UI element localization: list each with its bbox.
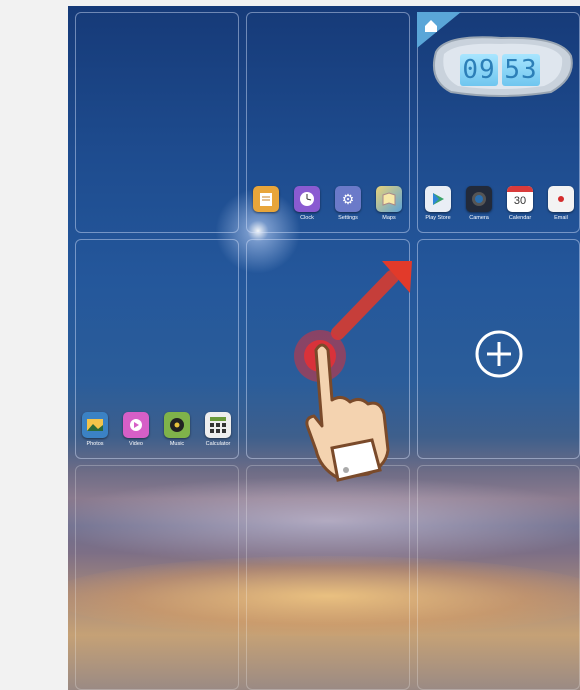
photos-icon [82, 412, 108, 438]
add-icon[interactable] [474, 329, 524, 379]
notes-icon [253, 186, 279, 212]
calculator-icon [205, 412, 231, 438]
calendar-icon: 30 [507, 186, 533, 212]
app-calendar[interactable]: 30 Calendar [501, 186, 539, 221]
app-play-store[interactable]: Play Store [419, 186, 457, 221]
app-music[interactable]: Music [158, 412, 196, 447]
play-store-icon [425, 186, 451, 212]
grid-cell[interactable] [75, 465, 239, 690]
app-label: Music [169, 441, 185, 447]
camera-icon [466, 186, 492, 212]
hand-pointer-icon [302, 338, 402, 488]
app-label: Maps [382, 215, 396, 221]
app-email[interactable]: Email [542, 186, 580, 221]
app-label: Video [129, 441, 143, 447]
grid-cell[interactable] [417, 465, 580, 690]
clock-icon [294, 186, 320, 212]
maps-icon [376, 186, 402, 212]
app-label: Settings [338, 215, 358, 221]
clock-minutes: 53 [502, 54, 540, 86]
settings-icon: ⚙ [335, 186, 361, 212]
app-video[interactable]: Video [117, 412, 155, 447]
app-label: Calendar [508, 215, 532, 221]
app-settings[interactable]: ⚙ Settings [329, 186, 367, 221]
drag-arrow-icon [330, 251, 420, 341]
app-label: Play Store [425, 215, 451, 221]
grid-cell[interactable] [246, 465, 410, 690]
clock-hours: 09 [460, 54, 498, 86]
app-photos[interactable]: Photos [76, 412, 114, 447]
app-label: Photos [86, 441, 104, 447]
app-clock[interactable]: Clock [288, 186, 326, 221]
app-label: Camera [469, 215, 489, 221]
email-icon [548, 186, 574, 212]
music-icon [164, 412, 190, 438]
app-camera[interactable]: Camera [460, 186, 498, 221]
calendar-date: 30 [513, 195, 527, 207]
home-screen: 09 53 Clock ⚙ Settings Maps Play Store C… [68, 6, 580, 690]
clock-widget[interactable]: 09 53 [426, 34, 576, 98]
app-calculator[interactable]: Calculator [199, 412, 237, 447]
app-maps[interactable]: Maps [370, 186, 408, 221]
grid-cell[interactable] [75, 12, 239, 233]
app-notes[interactable] [247, 186, 285, 215]
app-label: Calculator [205, 441, 231, 447]
video-icon [123, 412, 149, 438]
app-label: Email [554, 215, 568, 221]
app-label: Clock [300, 215, 314, 221]
